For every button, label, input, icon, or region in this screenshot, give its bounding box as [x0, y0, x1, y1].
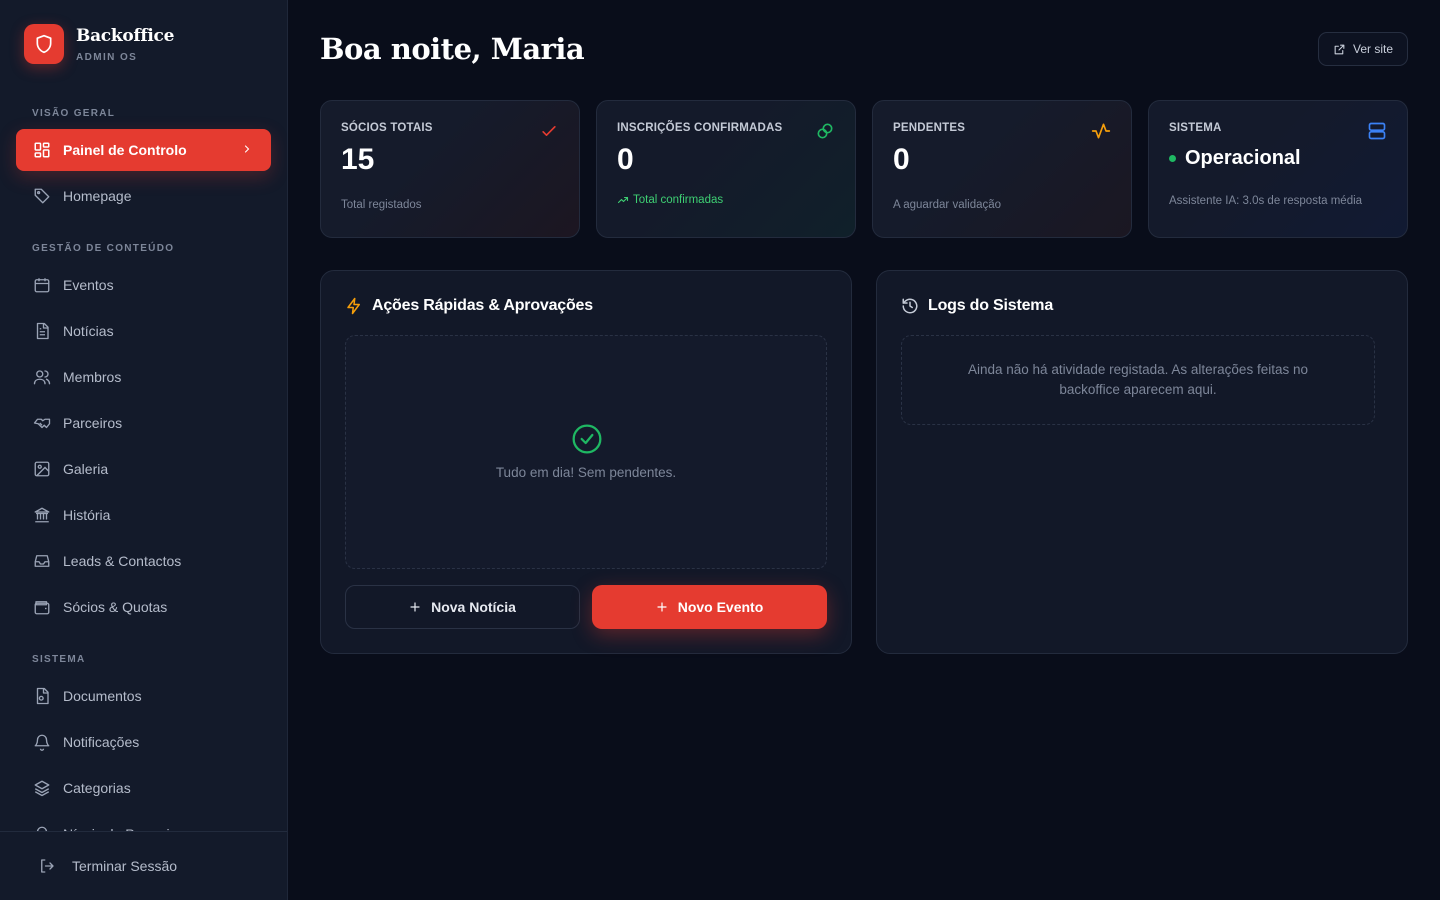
sidebar-item-events[interactable]: Eventos [16, 264, 271, 306]
logs-empty-text: Ainda não há atividade registada. As alt… [968, 362, 1308, 397]
check-icon [542, 126, 556, 136]
stat-label: INSCRIÇÕES CONFIRMADAS [617, 122, 783, 134]
sidebar-item-categories[interactable]: Categorias [16, 767, 271, 809]
stat-value: 0 [893, 143, 910, 176]
handshake-icon [33, 418, 51, 429]
dashboard-icon [34, 142, 50, 158]
sidebar-item-members[interactable]: Membros [16, 356, 271, 398]
new-event-button[interactable]: Novo Evento [592, 585, 827, 629]
stat-subtext: Total registados [341, 199, 422, 211]
sidebar-item-label: Documentos [63, 688, 142, 704]
sidebar-item-leads[interactable]: Leads & Contactos [16, 540, 271, 582]
section-label-overview: VISÃO GERAL [32, 108, 116, 119]
button-label: Novo Evento [677, 599, 764, 615]
inbox-icon [34, 555, 50, 567]
brand-subtitle: ADMIN OS [76, 51, 138, 63]
status-text: Operacional [1185, 147, 1301, 169]
pending-empty-state: Tudo em dia! Sem pendentes. [345, 335, 827, 569]
sidebar-item-label: Categorias [63, 780, 131, 796]
stat-card-members: SÓCIOS TOTAIS 15 Total registados [320, 100, 580, 238]
panel-title: Logs do Sistema [901, 297, 1053, 315]
sidebar-item-label: História [63, 507, 111, 523]
wallet-icon [34, 601, 50, 615]
status-dot [1169, 155, 1176, 162]
sidebar-item-label: Notícias [63, 323, 114, 339]
sidebar-item-history[interactable]: História [16, 494, 271, 536]
sidebar-item-label: Membros [63, 369, 122, 385]
tag-icon [34, 188, 50, 204]
sidebar-item-label: Homepage [63, 188, 132, 204]
logout-label: Terminar Sessão [72, 858, 178, 874]
logout-icon [41, 859, 54, 873]
sidebar-item-label: Notificações [63, 734, 140, 750]
brand-title: Backoffice [76, 25, 175, 46]
logout-button[interactable]: Terminar Sessão [38, 857, 177, 875]
bell-icon [34, 734, 50, 751]
stat-subtext: Assistente IA: 3.0s de resposta média [1169, 195, 1363, 207]
check-circle-icon [572, 424, 602, 454]
file-cog-icon [36, 687, 49, 705]
activity-icon [1091, 123, 1111, 139]
stat-card-confirmed: INSCRIÇÕES CONFIRMADAS 0 Total confirmad… [596, 100, 856, 238]
sidebar-item-label: Eventos [63, 277, 114, 293]
button-label: Nova Notícia [431, 599, 516, 615]
sidebar-item-label: Painel de Controlo [63, 142, 187, 158]
new-news-button[interactable]: Nova Notícia [345, 585, 580, 629]
sidebar-item-dues[interactable]: Sócios & Quotas [16, 586, 271, 628]
plus-icon [657, 602, 667, 612]
view-site-button[interactable]: Ver site [1318, 32, 1408, 66]
calendar-icon [34, 278, 50, 293]
sidebar-item-news[interactable]: Notícias [16, 310, 271, 352]
stat-subtext: Total confirmadas [617, 194, 723, 206]
sidebar-footer: Terminar Sessão [0, 831, 287, 900]
stat-value: 15 [341, 143, 375, 176]
chevron-right-icon [244, 145, 250, 153]
stat-value: Operacional [1169, 147, 1387, 170]
panel-title-text: Logs do Sistema [928, 297, 1054, 314]
history-icon [902, 298, 918, 314]
image-icon [34, 461, 50, 477]
stat-value: 0 [617, 143, 634, 176]
page-title: Boa noite, Maria [320, 32, 585, 66]
logs-empty-state: Ainda não há atividade registada. As alt… [901, 335, 1375, 425]
stat-label: SISTEMA [1169, 122, 1222, 134]
sidebar-item-label: Galeria [63, 461, 109, 477]
sidebar-item-label: Parceiros [63, 415, 123, 431]
server-icon [1368, 122, 1386, 140]
file-text-icon [36, 322, 49, 340]
sidebar-item-documents[interactable]: Documentos [16, 675, 271, 717]
sidebar-item-notifications[interactable]: Notificações [16, 721, 271, 763]
panel-title: Ações Rápidas & Aprovações [345, 297, 593, 315]
sidebar-item-label: Sócios & Quotas [63, 599, 168, 615]
stat-card-pending: PENDENTES 0 A aguardar validação [872, 100, 1132, 238]
section-label-system: SISTEMA [32, 654, 86, 665]
users-icon [33, 370, 51, 385]
sidebar-item-label: Leads & Contactos [63, 553, 182, 569]
section-label-content: GESTÃO DE CONTEÚDO [32, 243, 175, 254]
sidebar-item-homepage[interactable]: Homepage [16, 175, 271, 217]
trending-up-icon [617, 196, 629, 204]
sidebar-item-dashboard[interactable]: Painel de Controlo [16, 129, 271, 171]
landmark-icon [34, 507, 50, 523]
quick-actions-panel: Ações Rápidas & Aprovações Tudo em dia! … [320, 270, 852, 654]
lightning-icon [347, 297, 360, 315]
sidebar: Backoffice ADMIN OS VISÃO GERAL Painel d… [0, 0, 288, 900]
stat-subtext: A aguardar validação [893, 199, 1002, 211]
system-logs-panel: Logs do Sistema Ainda não há atividade r… [876, 270, 1408, 654]
link-icon [817, 123, 833, 139]
brand[interactable]: Backoffice ADMIN OS [24, 24, 174, 64]
shield-icon [24, 24, 64, 64]
sidebar-item-partners[interactable]: Parceiros [16, 402, 271, 444]
empty-state-text: Tudo em dia! Sem pendentes. [495, 465, 677, 480]
external-link-icon [1334, 44, 1345, 54]
sidebar-item-gallery[interactable]: Galeria [16, 448, 271, 490]
stat-subtext-label: Total confirmadas [633, 194, 724, 206]
layers-icon [34, 780, 50, 797]
stat-label: PENDENTES [893, 122, 966, 134]
plus-icon [410, 602, 420, 612]
panel-title-text: Ações Rápidas & Aprovações [372, 297, 593, 314]
view-site-label: Ver site [1352, 42, 1394, 56]
stat-card-system: SISTEMA Operacional Assistente IA: 3.0s … [1148, 100, 1408, 238]
stat-label: SÓCIOS TOTAIS [341, 122, 433, 134]
